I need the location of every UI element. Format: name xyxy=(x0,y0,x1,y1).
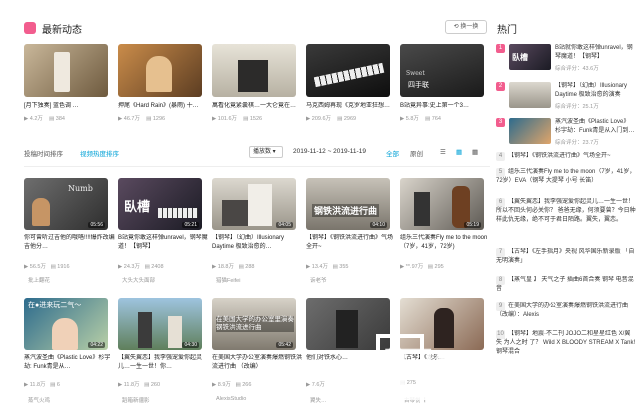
grid2-stats-1: ▶ 11.8万 ▤ 6 xyxy=(24,382,60,388)
list-view-icon[interactable]: ☰ xyxy=(440,148,446,156)
hot-score-2: 综合评分：25.1万 xyxy=(555,104,599,110)
latest-title-5[interactable]: B站竟异事:史上第一个3… xyxy=(400,102,492,110)
grid1-stats-2: ▶ 24.3万 ▤ 2408 xyxy=(118,264,164,270)
latest-thumb-3[interactable] xyxy=(212,44,296,97)
overlay-text: 钢铁洪流进行曲 xyxy=(312,204,380,217)
hot-item-6[interactable]: 6 【翼失翼恋】我李强宠爱你起灵儿…一生一世！所以不回头何必关你？ 爸爸无缘，何须… xyxy=(496,198,636,243)
grid1-stats-3: ▶ 18.8万 ▤ 288 xyxy=(212,264,255,270)
overlay-text: Numb xyxy=(68,184,93,193)
latest-thumb-1[interactable] xyxy=(24,44,108,97)
hot-item-5[interactable]: 5 组乐三代演奏Fly me to the moon（7岁，41岁，72岁）EVA… xyxy=(496,168,636,195)
grid2-up-3[interactable]: AlexisStudio xyxy=(216,396,308,402)
hot-thumb-1[interactable]: 臥槽 xyxy=(509,44,551,70)
hot-score-3: 综合评分：23.7万 xyxy=(555,140,599,146)
filter-all[interactable]: 全部 xyxy=(386,148,399,158)
grid-view-alt-icon[interactable]: ▦ xyxy=(472,148,478,156)
hot-title-3[interactable]: 蒸汽波圣曲《Plastic Love》杉宇劫：Funk青是从入门到… xyxy=(555,118,635,136)
refresh-button[interactable]: ⟲ 换一换 xyxy=(445,20,487,34)
latest-stats-1: ▶ 4.2万 ▤ 384 xyxy=(24,116,65,122)
grid1-up-1[interactable]: 批上翻花 xyxy=(28,276,120,284)
grid1-title-4[interactable]: 【钢琴】《钢铁洪流进行曲》气场全开~ xyxy=(306,234,398,252)
grid2-title-2[interactable]: 【翼失翼恋】我李强宠爱你起灵儿…一生一世！你… xyxy=(118,354,210,372)
hot-title: 热门 xyxy=(497,25,517,36)
grid1-thumb-1[interactable]: Numb 05:56 xyxy=(24,178,108,230)
grid2-stats-3: ▶ 8.9万 ▤ 266 xyxy=(212,382,252,388)
grid2-title-3[interactable]: 在美国大学办公室演奏爆燃钢铁洪流进行曲 （改编） xyxy=(212,354,304,372)
latest-thumb-4[interactable] xyxy=(306,44,390,97)
latest-title: 最新动态 xyxy=(42,25,82,36)
latest-stats-3: ▶ 101.6万 ▤ 1526 xyxy=(212,116,263,122)
latest-thumb-5[interactable]: Sweet 四手联 xyxy=(400,44,484,97)
grid1-title-5[interactable]: 组乐三代演奏Fly me to the moon（7岁，41岁，72岁) xyxy=(400,234,492,252)
svg-text:E: E xyxy=(382,334,435,416)
hot-item-3[interactable]: 3 xyxy=(496,118,508,127)
latest-header: 最新动态 ⟲ 换一换 xyxy=(24,18,487,40)
grid1-thumb-2[interactable]: 臥槽 05:21 xyxy=(118,178,202,230)
date-range[interactable]: 2019-11-12 ~ 2019-11-19 xyxy=(293,148,366,155)
grid1-stats-1: ▶ 56.5万 ▤ 1916 xyxy=(24,264,70,270)
grid2-title-1[interactable]: 蒸汽波圣曲《Plastic Love》杉宇劫: Funk青是从… xyxy=(24,354,116,372)
grid2-thumb-1[interactable]: 在●进来玩二气～ 04:22 xyxy=(24,298,108,350)
grid1-stats-4: ▶ 13.4万 ▤ 355 xyxy=(306,264,349,270)
grid2-up-1[interactable]: 蒸气火鸡 xyxy=(28,396,120,404)
hot-score-1: 综合评分：43.6万 xyxy=(555,66,599,72)
latest-stats-4: ▶ 209.6万 ▤ 2969 xyxy=(306,116,357,122)
grid1-stats-5: ▶ **.97万 ▤ 295 xyxy=(400,264,444,270)
latest-title-2[interactable]: 押尾《Hard Rain》(暴雨) 十… xyxy=(118,102,210,110)
latest-title-1[interactable]: [月下独奏] 蓝色调 … xyxy=(24,102,116,110)
latest-title-4[interactable]: 马克西姆再现《克罗地亚狂想… xyxy=(306,102,398,110)
filter-original[interactable]: 原创 xyxy=(410,148,423,158)
grid1-title-3[interactable]: 【钢琴】（幻曲）Illusionary Daytime 极致治愈的… xyxy=(212,234,304,252)
hot-item-7[interactable]: 7 【古琴】《左手指月》央视 风华国乐新录版 「自无明演奏」 xyxy=(496,248,636,266)
latest-thumb-2[interactable] xyxy=(118,44,202,97)
grid1-thumb-4[interactable]: 钢铁洪流进行曲 04:10 xyxy=(306,178,390,230)
grid1-up-4[interactable]: 诉老爷 xyxy=(310,276,402,284)
hot-title-2[interactable]: 【钢琴】（幻曲）Illusionary Daytime 极致治愈的演奏 xyxy=(555,82,635,100)
tab-divider xyxy=(24,166,490,167)
overlay-text: 在美国大学的办公室里演奏钢铁洪流进行曲 xyxy=(216,316,294,332)
grid2-up-2[interactable]: 蹈箱新疆影 xyxy=(122,396,214,404)
grid1-title-2[interactable]: B站竟你敢这样弹unravel，钢琴魔道！【钢琴】 xyxy=(118,234,210,252)
news-icon xyxy=(24,22,36,34)
grid1-up-3[interactable]: 猎猫Feifei xyxy=(216,276,308,284)
hot-title-1[interactable]: B站就你敢这样弹unravel，钢琴魔道！【钢琴】 xyxy=(555,44,635,62)
grid1-thumb-5[interactable]: 05:19 xyxy=(400,178,484,230)
grid2-title-4[interactable]: 他们对铁水心… xyxy=(306,354,366,372)
hot-thumb-2[interactable] xyxy=(509,82,551,108)
grid1-title-1[interactable]: 你可曾听过吉他的哦咯!!!!爆炸改编 吉他分… xyxy=(24,234,116,252)
grid2-stats-2: ▶ 11.8万 ▤ 260 xyxy=(118,382,161,388)
sort-tabbar: 投稿时间排序 视频热度排序 播放数 ▾ 2019-11-12 ~ 2019-11… xyxy=(24,146,490,162)
watermark-logo: E EVUNG xyxy=(372,290,634,417)
overlay-text: 臥槽 xyxy=(124,199,151,214)
hot-item-2[interactable]: 2 xyxy=(496,82,508,91)
latest-stats-2: ▶ 46.7万 ▤ 1296 xyxy=(118,116,166,122)
hot-item-4[interactable]: 4 【钢琴】《钢铁洪流进行曲》气场全开~ xyxy=(496,152,636,161)
grid2-thumb-3[interactable]: 在美国大学的办公室里演奏钢铁洪流进行曲 05:42 xyxy=(212,298,296,350)
grid1-thumb-3[interactable]: 04:05 xyxy=(212,178,296,230)
grid-view-icon[interactable]: ▦ xyxy=(456,148,462,156)
latest-title-3[interactable]: 萬看化竟紧囊棋…一大仑竟在… xyxy=(212,102,304,110)
hot-thumb-3[interactable] xyxy=(509,118,551,144)
grid1-up-2[interactable]: 大头大头面部 xyxy=(122,276,214,284)
overlay-text: 在●进来玩二气～ xyxy=(28,302,82,309)
grid2-thumb-2[interactable]: 04:30 xyxy=(118,298,202,350)
tab-by-time[interactable]: 投稿时间排序 xyxy=(24,148,63,158)
latest-stats-5: ▶ 5.8万 ▤ 764 xyxy=(400,116,441,122)
tab-by-hot[interactable]: 视频热度排序 xyxy=(80,148,119,158)
sort-select[interactable]: 播放数 ▾ xyxy=(249,146,283,158)
